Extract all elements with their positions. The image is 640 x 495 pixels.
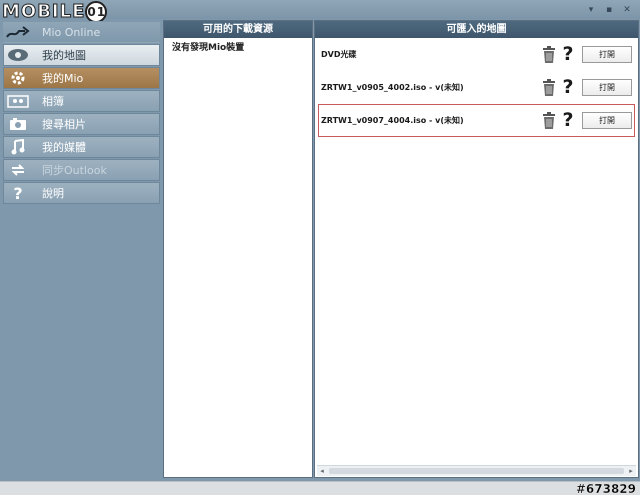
sidebar-item-label: 我的媒體: [42, 141, 86, 154]
sidebar-item-label: 我的Mio: [42, 72, 84, 85]
open-button[interactable]: 打開: [582, 112, 632, 129]
gear-icon: [4, 68, 32, 88]
music-note-icon: [4, 137, 32, 157]
open-button[interactable]: 打開: [582, 79, 632, 96]
map-name: ZRTW1_v0907_4004.iso - v(未知): [321, 116, 464, 125]
sidebar-item-my-maps[interactable]: 我的地圖: [3, 44, 160, 66]
minimize-button[interactable]: ▾: [584, 4, 598, 16]
title-bar: MOBILE 01 ▾ ▪ ✕: [0, 0, 640, 23]
sidebar-item-search-photos[interactable]: 搜尋相片: [3, 113, 160, 135]
help-icon[interactable]: ?: [562, 111, 574, 130]
map-row: DVD光碟 ? 打開: [318, 38, 635, 71]
sidebar-item-mio-online[interactable]: Mio Online: [3, 21, 160, 43]
sidebar-item-label: 我的地圖: [42, 49, 86, 62]
status-bar: #673829: [0, 481, 640, 495]
sidebar-nav: Mio Online 我的地圖 我的Mio 相簿 搜尋相片 我的媒體 同步Out…: [3, 21, 160, 205]
help-icon[interactable]: ?: [562, 45, 574, 64]
downloads-panel: 可用的下載資源 沒有發現Mio裝置: [163, 20, 313, 478]
horizontal-scrollbar[interactable]: ◂ ▸: [317, 465, 636, 476]
open-button[interactable]: 打開: [582, 46, 632, 63]
close-button[interactable]: ✕: [620, 4, 634, 16]
map-name: ZRTW1_v0905_4002.iso - v(未知): [321, 83, 464, 92]
scroll-left-icon[interactable]: ◂: [317, 466, 327, 476]
watermark: #673829: [575, 482, 636, 495]
downloads-panel-header: 可用的下載資源: [164, 21, 312, 38]
question-icon: ?: [13, 183, 23, 203]
trash-icon[interactable]: [542, 46, 556, 63]
scroll-thumb[interactable]: [329, 468, 624, 474]
help-icon[interactable]: ?: [562, 78, 574, 97]
no-device-item[interactable]: 沒有發現Mio裝置: [164, 38, 312, 53]
map-row-selected[interactable]: ZRTW1_v0907_4004.iso - v(未知) ? 打開: [318, 104, 635, 137]
sidebar-item-label: 搜尋相片: [42, 118, 86, 131]
sidebar-item-albums[interactable]: 相簿: [3, 90, 160, 112]
maximize-button[interactable]: ▪: [602, 4, 616, 16]
photos-icon: [4, 91, 32, 111]
trash-icon[interactable]: [542, 79, 556, 96]
map-name: DVD光碟: [321, 50, 357, 59]
sidebar-item-help[interactable]: ? 說明: [3, 182, 160, 204]
mio-online-icon: [4, 22, 32, 42]
camera-icon: [4, 114, 32, 134]
map-row: ZRTW1_v0905_4002.iso - v(未知) ? 打開: [318, 71, 635, 104]
sidebar-item-my-mio[interactable]: 我的Mio: [3, 67, 160, 89]
window-controls: ▾ ▪ ✕: [584, 4, 634, 16]
trash-icon[interactable]: [542, 112, 556, 129]
importable-maps-panel: 可匯入的地圖 DVD光碟 ? 打開 ZRTW1_v0905_4002.iso -…: [314, 20, 639, 478]
sidebar-item-label: 相簿: [42, 95, 64, 108]
importable-maps-header: 可匯入的地圖: [315, 21, 638, 38]
sidebar-item-label: Mio Online: [42, 25, 101, 39]
sidebar-item-sync-outlook[interactable]: 同步Outlook: [3, 159, 160, 181]
eye-icon: [4, 45, 32, 65]
sidebar-item-label: 說明: [42, 187, 64, 200]
sidebar-item-label: 同步Outlook: [42, 164, 107, 177]
scroll-right-icon[interactable]: ▸: [626, 466, 636, 476]
sidebar-item-my-media[interactable]: 我的媒體: [3, 136, 160, 158]
sync-icon: [4, 160, 32, 180]
